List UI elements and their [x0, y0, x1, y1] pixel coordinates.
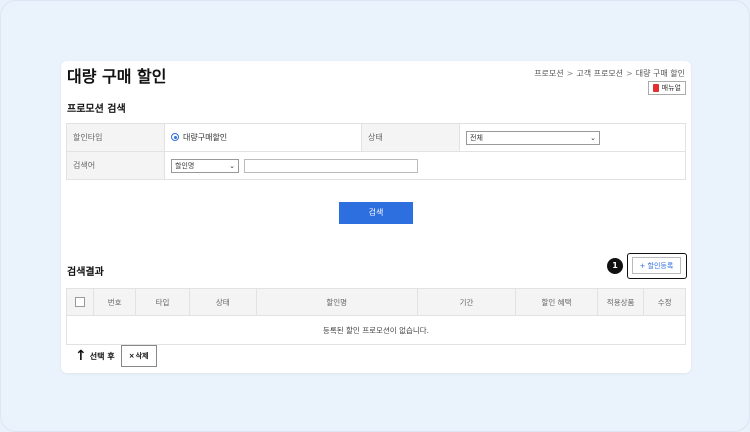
delete-button-label: 삭제	[135, 352, 149, 360]
keyword-label: 검색어	[66, 151, 165, 180]
pdf-icon	[652, 84, 659, 92]
manual-button-label: 매뉴얼	[661, 84, 681, 92]
empty-row: 등록된 할인 프로모션이 없습니다.	[66, 315, 686, 345]
page-title: 대량 구매 할인	[67, 67, 167, 86]
select-all-column	[65, 288, 95, 316]
column-header: 번호	[93, 288, 136, 316]
discount-type-radio[interactable]: 대량구매할인	[171, 132, 227, 143]
breadcrumb-item-promotion[interactable]: 프로모션	[534, 69, 563, 78]
chevron-down-icon: ⌄	[590, 133, 596, 142]
discount-type-label: 할인타입	[66, 123, 165, 152]
arrow-up-icon: ↑	[75, 348, 87, 364]
after-select-label: 선택 후	[89, 351, 115, 361]
close-icon: ×	[128, 352, 135, 360]
keyword-type-select[interactable]: 할인명 ⌄	[171, 158, 239, 173]
column-header: 적용상품	[596, 288, 645, 316]
empty-message: 등록된 할인 프로모션이 없습니다.	[66, 315, 686, 345]
column-header: 할인 혜택	[515, 288, 598, 316]
discount-type-cell: 대량구매할인	[164, 123, 362, 152]
results-table: 번호 타입 상태 할인명 기간 할인 혜택 적용상품 수정 등록된 할인 프로모…	[65, 288, 686, 345]
search-row-type: 할인타입 대량구매할인 상태 전체 ⌄	[66, 123, 686, 152]
add-button-highlight: + 할인등록	[627, 253, 687, 279]
breadcrumb: 프로모션 > 고객 프로모션 > 대량 구매 할인	[534, 68, 685, 79]
results-section-title: 검색결과	[67, 267, 104, 278]
status-select[interactable]: 전체 ⌄	[466, 130, 600, 145]
breadcrumb-separator: >	[566, 69, 574, 78]
search-button[interactable]: 검색	[339, 202, 413, 224]
column-header: 기간	[416, 288, 517, 316]
radio-selected-icon	[171, 133, 179, 142]
step-badge: 1	[607, 258, 623, 274]
keyword-input[interactable]	[243, 158, 418, 173]
app-frame: 대량 구매 할인 프로모션 > 고객 프로모션 > 대량 구매 할인 매뉴얼 프로모션 …	[0, 0, 750, 432]
status-label: 상태	[361, 123, 460, 152]
status-select-value: 전체	[470, 133, 483, 142]
plus-icon: +	[639, 261, 646, 270]
select-all-checkbox[interactable]	[75, 297, 86, 307]
delete-button[interactable]: × 삭제	[120, 345, 157, 367]
discount-type-radio-label: 대량구매할인	[183, 132, 228, 142]
breadcrumb-item-customer-promotion[interactable]: 고객 프로모션	[576, 69, 623, 78]
search-form: 할인타입 대량구매할인 상태 전체 ⌄ 검색어 할인명 ⌄	[66, 123, 686, 180]
add-discount-button[interactable]: + 할인등록	[632, 257, 681, 274]
keyword-cell: 할인명 ⌄	[164, 151, 686, 180]
keyword-type-select-value: 할인명	[175, 161, 195, 170]
bulk-action-bar: ↑ 선택 후 × 삭제	[75, 345, 157, 367]
chevron-down-icon: ⌄	[229, 161, 235, 170]
column-header: 타입	[134, 288, 191, 316]
column-header: 수정	[643, 288, 686, 316]
results-header-row: 번호 타입 상태 할인명 기간 할인 혜택 적용상품 수정	[65, 288, 686, 316]
breadcrumb-separator: >	[626, 69, 633, 78]
column-header: 할인명	[255, 288, 418, 316]
status-cell: 전체 ⌄	[459, 123, 686, 152]
search-row-keyword: 검색어 할인명 ⌄	[66, 151, 686, 180]
manual-button[interactable]: 매뉴얼	[647, 81, 686, 95]
main-panel: 대량 구매 할인 프로모션 > 고객 프로모션 > 대량 구매 할인 매뉴얼 프로모션 …	[61, 61, 691, 373]
breadcrumb-item-bulk-discount: 대량 구매 할인	[635, 69, 685, 78]
column-header: 상태	[189, 288, 257, 316]
add-discount-button-label: 할인등록	[647, 261, 674, 270]
search-section-title: 프로모션 검색	[67, 104, 126, 115]
